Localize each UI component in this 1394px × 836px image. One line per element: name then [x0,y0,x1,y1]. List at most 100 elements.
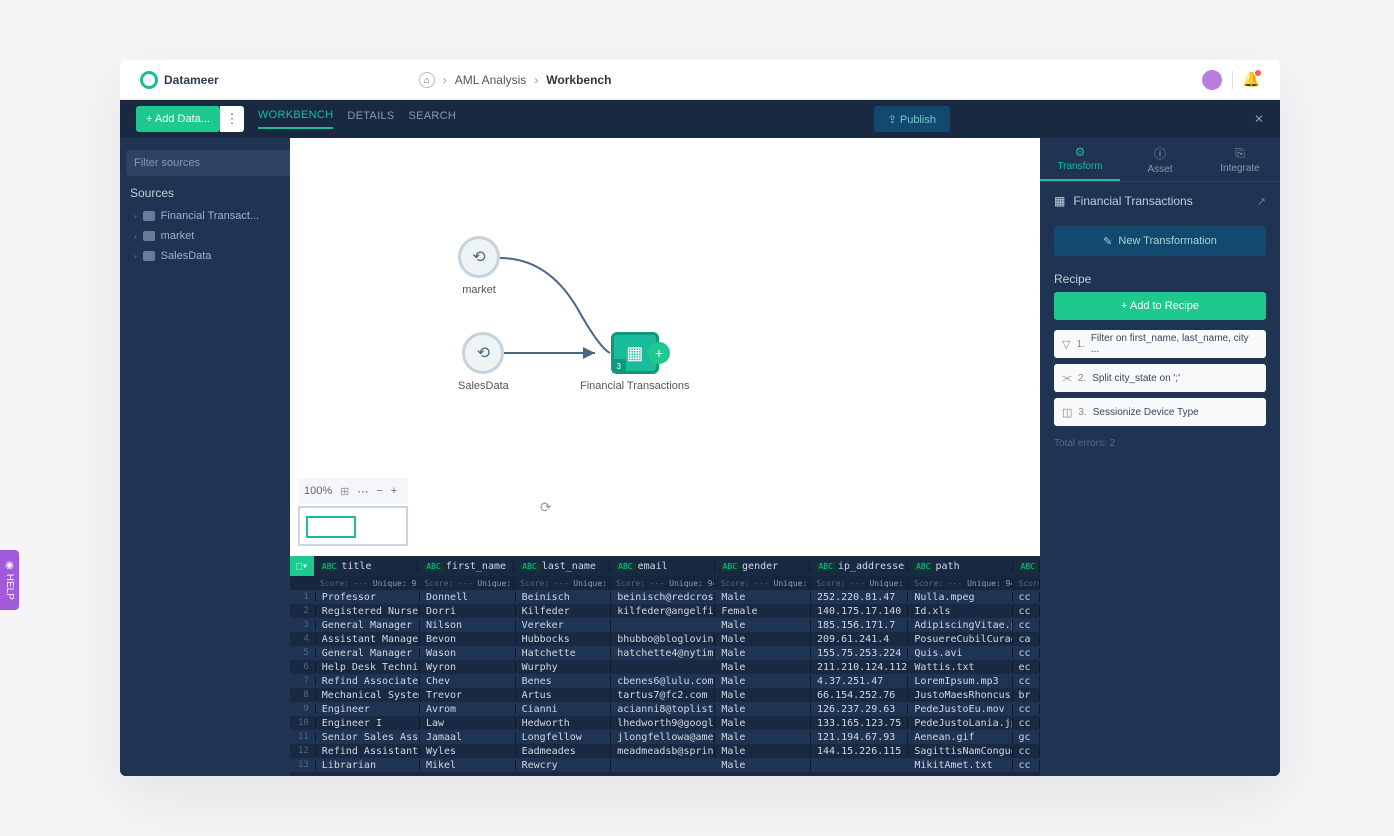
close-icon[interactable]: ✕ [1254,112,1264,126]
source-item[interactable]: ›market [126,226,284,246]
step-icon: ⫘ [1062,372,1072,385]
cell: Refind Associate [316,676,420,687]
minimap[interactable] [298,506,408,546]
cell: Kilfeder [516,606,612,617]
sync-icon[interactable]: ⟳ [540,499,552,516]
cell: 4.37.251.47 [811,676,908,687]
cell: 144.15.226.115 [811,746,908,757]
cell: Male [715,662,811,673]
add-node-button[interactable]: + [648,342,670,364]
right-tab-asset[interactable]: ⓘAsset [1120,138,1200,181]
table-row[interactable]: 1ProfessorDonnellBeinischbeinisch@redcro… [290,590,1040,604]
node-salesdata[interactable]: ⟲ SalesData [458,332,509,392]
new-transformation-button[interactable]: ✎ New Transformation [1054,226,1266,256]
column-header[interactable]: ABCpath [908,561,1012,572]
row-number: 13 [290,760,316,770]
column-header[interactable]: ABCip_addresse [810,561,908,572]
node-financial-transactions[interactable]: ▦3 Financial Transactions [580,332,689,392]
cell: cc [1013,620,1040,631]
cell: 155.75.253.224 [811,648,908,659]
zoom-out-button[interactable]: − [376,485,382,497]
integrate-icon: ⎘ [1235,146,1245,161]
recipe-step[interactable]: ▽1.Filter on first_name, last_name, city… [1054,330,1266,358]
table-row[interactable]: 13LibrarianMikelRewcryMaleMikitAmet.txtc… [290,758,1040,772]
breadcrumb-sep: › [534,73,538,87]
table-row[interactable]: 6Help Desk TechnicianWyronWurphyMale211.… [290,660,1040,674]
column-header[interactable]: ABCtitle [314,561,418,572]
cell: PosuereCubilCurae.ppt [908,634,1012,645]
source-label: Financial Transact... [161,210,259,222]
column-header[interactable]: ABCemail [610,561,714,572]
zoom-in-button[interactable]: + [391,485,397,497]
table-row[interactable]: 12Refind Assistant IIIWylesEadmeadesmead… [290,744,1040,758]
data-grid[interactable]: ⬚▾ABCtitleABCfirst_nameABClast_nameABCem… [290,556,1040,776]
filter-sources-input[interactable]: Filter sources [126,150,284,176]
cell: Registered Nurse [316,606,420,617]
source-item[interactable]: ›Financial Transact... [126,206,284,226]
cell: cc [1013,648,1040,659]
zoom-more-icon[interactable]: ⋯ [357,485,368,498]
column-header[interactable]: ABCgender [715,561,811,572]
table-row[interactable]: 4Assistant ManagerBevonHubbocksbhubbo@bl… [290,632,1040,646]
cell: Male [715,648,811,659]
cell: cbenes6@lulu.com [611,676,715,687]
right-panel: ⚙Transform ⓘAsset ⎘Integrate ▦ Financial… [1040,138,1280,776]
avatar[interactable] [1202,70,1222,90]
cell: cc [1013,746,1040,757]
node-label: market [458,284,500,296]
add-data-button[interactable]: + Add Data... [136,106,220,132]
add-data-more-button[interactable]: ⋮ [220,106,244,132]
column-header[interactable]: ABCcc [1013,561,1041,572]
node-market[interactable]: ⟲ market [458,236,500,296]
recipe-step[interactable]: ⫘2.Split city_state on ';' [1054,364,1266,392]
table-row[interactable]: 8Mechanical SystemsTrevorArtustartus7@fc… [290,688,1040,702]
table-row[interactable]: 10Engineer ILawHedworthlhedworth9@google… [290,716,1040,730]
home-icon[interactable]: ⌂ [419,72,435,88]
step-text: Filter on first_name, last_name, city ..… [1091,333,1258,355]
right-tab-transform[interactable]: ⚙Transform [1040,138,1120,181]
cell: Aenean.gif [908,732,1012,743]
right-tab-integrate[interactable]: ⎘Integrate [1200,138,1280,181]
column-header[interactable]: ABCfirst_name [418,561,514,572]
publish-button[interactable]: ⇪ Publish [874,106,950,132]
source-item[interactable]: ›SalesData [126,246,284,266]
table-row[interactable]: 7Refind AssociateChevBenescbenes6@lulu.c… [290,674,1040,688]
cell: Wyron [420,662,516,673]
table-row[interactable]: 5General ManagerWasonHatchettehatchette4… [290,646,1040,660]
open-asset-icon[interactable]: ↗ [1257,195,1266,208]
add-to-recipe-button[interactable]: + Add to Recipe [1054,292,1266,320]
tab-search[interactable]: SEARCH [408,110,456,128]
logo-mark-icon [140,71,158,89]
row-number: 1 [290,592,316,602]
cell: Longfellow [516,732,612,743]
table-row[interactable]: 9EngineerAvromCianniacianni8@toplist.czM… [290,702,1040,716]
cell: ec [1013,662,1040,673]
zoom-fit-icon[interactable]: ⊞ [340,485,349,498]
column-meta: Score: --- Unique: 94,802 [715,579,811,588]
cell: Hatchette [516,648,612,659]
tab-workbench[interactable]: WORKBENCH [258,109,333,129]
cell: General Manager [316,620,420,631]
cell: Law [420,718,516,729]
table-row[interactable]: 3General ManagerNilsonVerekerMale185.156… [290,618,1040,632]
dataset-icon [143,231,155,241]
cell: Avrom [420,704,516,715]
workflow-canvas[interactable]: ⟲ market ⟲ SalesData ▦3 Financial Transa… [290,138,1040,556]
recipe-step[interactable]: ◫3.Sessionize Device Type [1054,398,1266,426]
cell: cc [1013,606,1040,617]
step-icon: ◫ [1062,406,1072,419]
table-row[interactable]: 11Senior Sales AssociateJamaalLongfellow… [290,730,1040,744]
column-meta: Score: --- Unique: 94,802 [514,579,610,588]
cell: PedeJustoLania.jpeg [908,718,1012,729]
cell: Bevon [420,634,516,645]
column-header[interactable]: ABClast_name [514,561,610,572]
cell: br [1013,690,1040,701]
row-number: 8 [290,690,316,700]
tab-details[interactable]: DETAILS [347,110,394,128]
table-row[interactable]: 2Registered NurseDorriKilfederkilfeder@a… [290,604,1040,618]
cell: Artus [516,690,612,701]
asset-name: Financial Transactions [1073,194,1192,208]
notifications-icon[interactable]: 🔔 [1243,71,1260,88]
grid-menu-button[interactable]: ⬚▾ [290,556,314,576]
breadcrumb-project[interactable]: AML Analysis [455,73,527,87]
